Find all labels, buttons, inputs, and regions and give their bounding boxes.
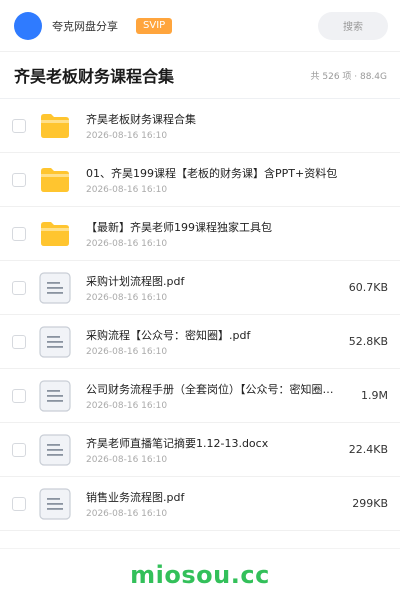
file-row[interactable]: 采购流程【公众号：密知圈】.pdf 2026-08-16 16:10 52.8KB [0, 315, 400, 369]
row-checkbox[interactable] [12, 118, 26, 133]
file-size: 52.8KB [348, 335, 388, 348]
file-date: 2026-08-16 16:10 [86, 130, 168, 141]
document-icon [38, 433, 72, 467]
row-checkbox[interactable] [12, 388, 26, 403]
search-input[interactable]: 搜索 [318, 11, 388, 40]
svip-badge: SVIP [136, 17, 173, 34]
file-row[interactable]: 齐昊老板财务课程合集 2026-08-16 16:10 [0, 99, 400, 153]
file-name[interactable]: 销售业务流程图.pdf [86, 489, 338, 505]
folder-icon [38, 217, 72, 251]
file-name[interactable]: 齐昊老师直播笔记摘要1.12-13.docx [86, 435, 338, 451]
file-list: 齐昊老板财务课程合集 2026-08-16 16:10 01、齐昊199课程【老板的… [0, 99, 400, 531]
document-icon [38, 271, 72, 305]
file-date: 2026-08-16 16:10 [86, 292, 168, 303]
file-size: 299KB [352, 497, 388, 510]
document-icon [38, 325, 72, 359]
file-row[interactable]: 采购计划流程图.pdf 2026-08-16 16:10 60.7KB [0, 261, 400, 315]
file-name[interactable]: 齐昊老板财务课程合集 [86, 111, 388, 127]
file-date: 2026-08-16 16:10 [86, 508, 168, 519]
footer: miosou.cc [0, 548, 400, 600]
file-info: 采购计划流程图.pdf 2026-08-16 16:10 [86, 273, 338, 303]
file-info: 01、齐昊199课程【老板的财务课】含PPT+资料包 2026-08-16 16:… [86, 165, 388, 195]
file-name[interactable]: 01、齐昊199课程【老板的财务课】含PPT+资料包 [86, 165, 388, 181]
folder-icon [38, 163, 72, 197]
document-icon [38, 487, 72, 521]
file-info: 齐昊老师直播笔记摘要1.12-13.docx 2026-08-16 16:10 [86, 435, 338, 465]
file-date: 2026-08-16 16:10 [86, 346, 168, 357]
page-title: 齐昊老板财务课程合集 [14, 67, 175, 86]
file-info: 【最新】齐昊老师199课程独家工具包 2026-08-16 16:10 [86, 219, 388, 249]
file-info: 销售业务流程图.pdf 2026-08-16 16:10 [86, 489, 338, 519]
file-row[interactable]: 【最新】齐昊老师199课程独家工具包 2026-08-16 16:10 [0, 207, 400, 261]
folder-icon [38, 109, 72, 143]
top-bar: 夸克网盘分享 SVIP 搜索 [0, 0, 400, 52]
file-name[interactable]: 采购流程【公众号：密知圈】.pdf [86, 327, 338, 343]
file-row[interactable]: 销售业务流程图.pdf 2026-08-16 16:10 299KB [0, 477, 400, 531]
file-row[interactable]: 01、齐昊199课程【老板的财务课】含PPT+资料包 2026-08-16 16:… [0, 153, 400, 207]
row-checkbox[interactable] [12, 496, 26, 511]
file-size: 22.4KB [348, 443, 388, 456]
file-name[interactable]: 公司财务流程手册（全套岗位）【公众号：密知圈】.p… [86, 381, 338, 397]
file-size: 1.9M [361, 389, 388, 402]
header: 齐昊老板财务课程合集 共 526 项 · 88.4G [0, 52, 400, 99]
file-info: 采购流程【公众号：密知圈】.pdf 2026-08-16 16:10 [86, 327, 338, 357]
file-name[interactable]: 采购计划流程图.pdf [86, 273, 338, 289]
row-checkbox[interactable] [12, 280, 26, 295]
file-info: 齐昊老板财务课程合集 2026-08-16 16:10 [86, 111, 388, 141]
file-date: 2026-08-16 16:10 [86, 454, 168, 465]
file-date: 2026-08-16 16:10 [86, 400, 168, 411]
row-checkbox[interactable] [12, 334, 26, 349]
file-info: 公司财务流程手册（全套岗位）【公众号：密知圈】.p… 2026-08-16 16:… [86, 381, 338, 411]
watermark: miosou.cc [130, 560, 270, 589]
file-date: 2026-08-16 16:10 [86, 238, 168, 249]
file-name[interactable]: 【最新】齐昊老师199课程独家工具包 [86, 219, 388, 235]
row-checkbox[interactable] [12, 442, 26, 457]
document-icon [38, 379, 72, 413]
file-row[interactable]: 公司财务流程手册（全套岗位）【公众号：密知圈】.p… 2026-08-16 16:… [0, 369, 400, 423]
file-size: 60.7KB [348, 281, 388, 294]
user-name: 夸克网盘分享 [52, 19, 118, 33]
item-summary: 共 526 项 · 88.4G [310, 71, 388, 82]
avatar[interactable] [14, 11, 42, 40]
file-row[interactable]: 齐昊老师直播笔记摘要1.12-13.docx 2026-08-16 16:10 22… [0, 423, 400, 477]
row-checkbox[interactable] [12, 226, 26, 241]
row-checkbox[interactable] [12, 172, 26, 187]
file-date: 2026-08-16 16:10 [86, 184, 168, 195]
